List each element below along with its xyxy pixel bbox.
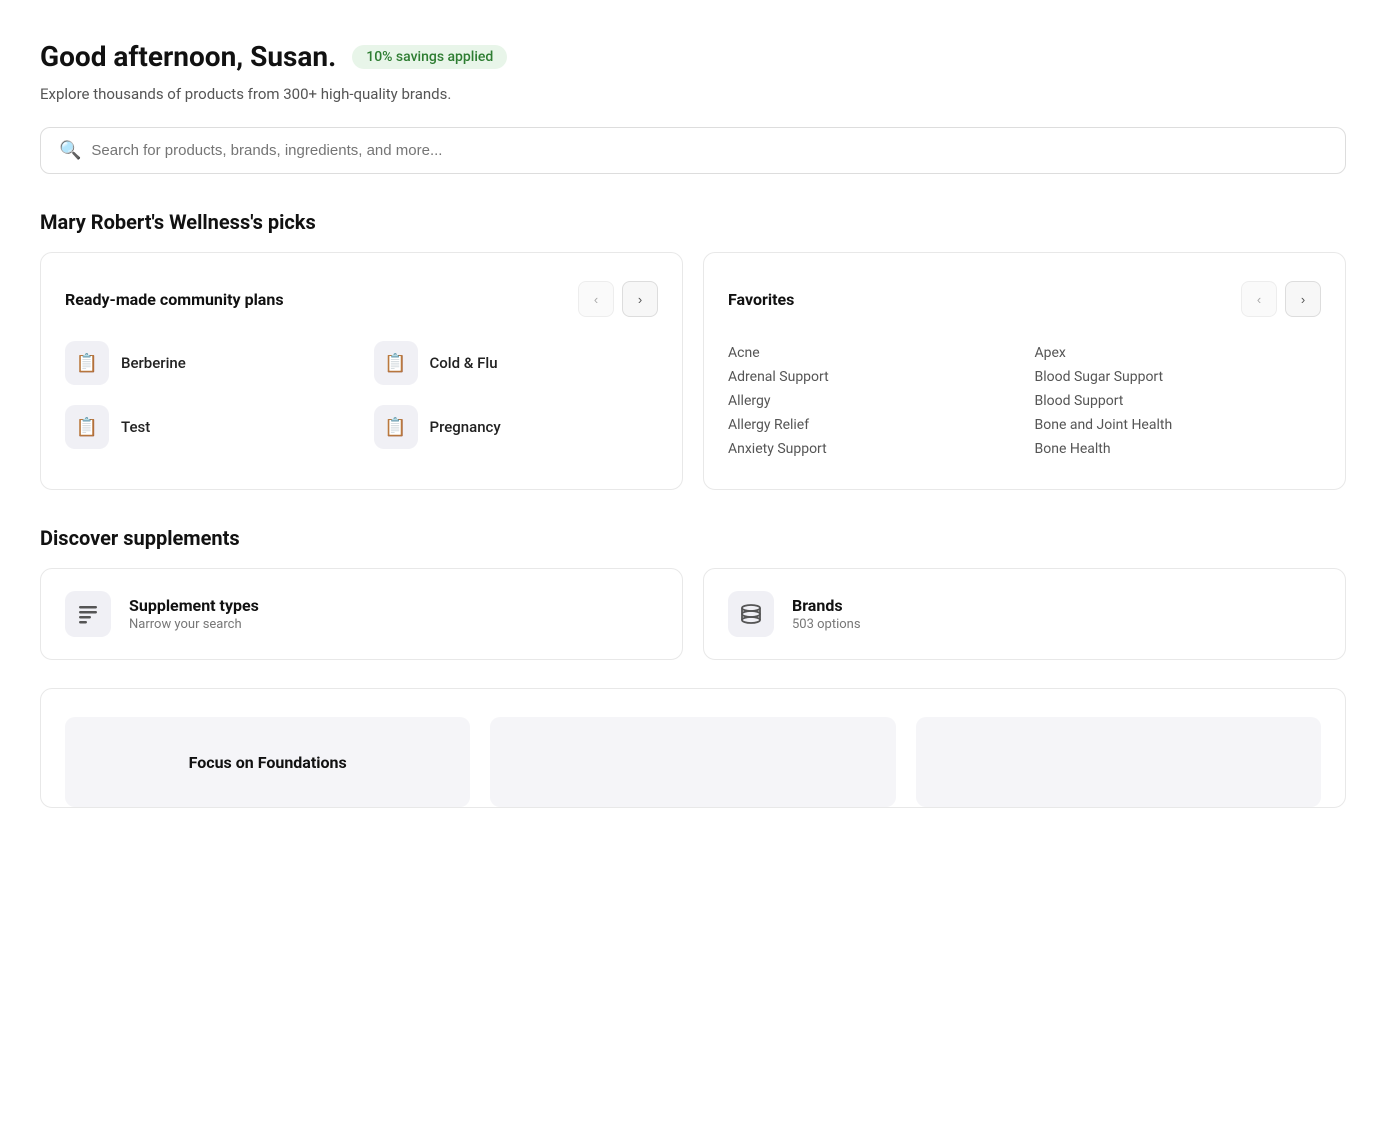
- supplement-types-title: Supplement types: [129, 596, 259, 615]
- brands-card[interactable]: Brands 503 options: [703, 568, 1346, 660]
- fav-item-blood-support[interactable]: Blood Support: [1035, 389, 1322, 413]
- ready-made-next-button[interactable]: ›: [622, 281, 658, 317]
- plan-label-pregnancy: Pregnancy: [430, 418, 501, 436]
- fav-item-acne[interactable]: Acne: [728, 341, 1015, 365]
- plan-label-cold-flu: Cold & Flu: [430, 354, 498, 372]
- picks-row: Ready-made community plans ‹ › 📋 Berberi…: [40, 252, 1346, 490]
- plan-item-cold-flu[interactable]: 📋 Cold & Flu: [374, 341, 659, 385]
- focus-foundations-card[interactable]: Focus on Foundations: [65, 717, 470, 807]
- plan-icon-cold-flu: 📋: [374, 341, 418, 385]
- bottom-card-3: [916, 717, 1321, 807]
- fav-item-apex[interactable]: Apex: [1035, 341, 1322, 365]
- ready-made-title: Ready-made community plans: [65, 290, 284, 309]
- subtitle: Explore thousands of products from 300+ …: [40, 85, 1346, 103]
- fav-item-allergy[interactable]: Allergy: [728, 389, 1015, 413]
- plan-icon-test: 📋: [65, 405, 109, 449]
- greeting-row: Good afternoon, Susan. 10% savings appli…: [40, 40, 1346, 73]
- bottom-card-2: [490, 717, 895, 807]
- supplement-types-card[interactable]: Supplement types Narrow your search: [40, 568, 683, 660]
- search-input[interactable]: [91, 142, 1327, 159]
- favorites-card: Favorites ‹ › Acne Adrenal Support Aller…: [703, 252, 1346, 490]
- picks-section-title: Mary Robert's Wellness's picks: [40, 210, 1346, 234]
- favorites-next-button[interactable]: ›: [1285, 281, 1321, 317]
- ready-made-card: Ready-made community plans ‹ › 📋 Berberi…: [40, 252, 683, 490]
- supplement-types-text: Supplement types Narrow your search: [129, 596, 259, 632]
- plan-item-berberine[interactable]: 📋 Berberine: [65, 341, 350, 385]
- discover-row: Supplement types Narrow your search Bran…: [40, 568, 1346, 660]
- fav-item-bone-joint-health[interactable]: Bone and Joint Health: [1035, 413, 1322, 437]
- favorites-col2: Apex Blood Sugar Support Blood Support B…: [1035, 341, 1322, 461]
- brands-icon: [728, 591, 774, 637]
- bottom-inner-grid: Focus on Foundations: [65, 717, 1321, 807]
- supplement-types-subtitle: Narrow your search: [129, 617, 259, 632]
- bottom-section: Focus on Foundations: [40, 688, 1346, 808]
- discover-title: Discover supplements: [40, 526, 1346, 550]
- brands-subtitle: 503 options: [792, 617, 861, 632]
- favorites-title: Favorites: [728, 290, 794, 309]
- favorites-prev-button[interactable]: ‹: [1241, 281, 1277, 317]
- fav-item-bone-health[interactable]: Bone Health: [1035, 437, 1322, 461]
- plan-item-pregnancy[interactable]: 📋 Pregnancy: [374, 405, 659, 449]
- favorites-col1: Acne Adrenal Support Allergy Allergy Rel…: [728, 341, 1015, 461]
- plan-grid: 📋 Berberine 📋 Cold & Flu 📋 Test 📋 Pregna…: [65, 341, 658, 449]
- search-bar[interactable]: 🔍: [40, 127, 1346, 174]
- ready-made-nav: ‹ ›: [578, 281, 658, 317]
- favorites-header: Favorites ‹ ›: [728, 281, 1321, 317]
- ready-made-header: Ready-made community plans ‹ ›: [65, 281, 658, 317]
- plan-icon-berberine: 📋: [65, 341, 109, 385]
- favorites-nav: ‹ ›: [1241, 281, 1321, 317]
- fav-item-adrenal-support[interactable]: Adrenal Support: [728, 365, 1015, 389]
- fav-item-anxiety-support[interactable]: Anxiety Support: [728, 437, 1015, 461]
- supplement-types-icon: [65, 591, 111, 637]
- plan-item-test[interactable]: 📋 Test: [65, 405, 350, 449]
- search-icon: 🔍: [59, 140, 81, 161]
- plan-label-berberine: Berberine: [121, 354, 186, 372]
- favorites-grid: Acne Adrenal Support Allergy Allergy Rel…: [728, 341, 1321, 461]
- ready-made-prev-button[interactable]: ‹: [578, 281, 614, 317]
- focus-foundations-title: Focus on Foundations: [189, 753, 347, 772]
- greeting-title: Good afternoon, Susan.: [40, 40, 336, 73]
- fav-item-allergy-relief[interactable]: Allergy Relief: [728, 413, 1015, 437]
- savings-badge: 10% savings applied: [352, 45, 507, 69]
- plan-label-test: Test: [121, 418, 150, 436]
- fav-item-blood-sugar-support[interactable]: Blood Sugar Support: [1035, 365, 1322, 389]
- brands-title: Brands: [792, 596, 861, 615]
- brands-text: Brands 503 options: [792, 596, 861, 632]
- plan-icon-pregnancy: 📋: [374, 405, 418, 449]
